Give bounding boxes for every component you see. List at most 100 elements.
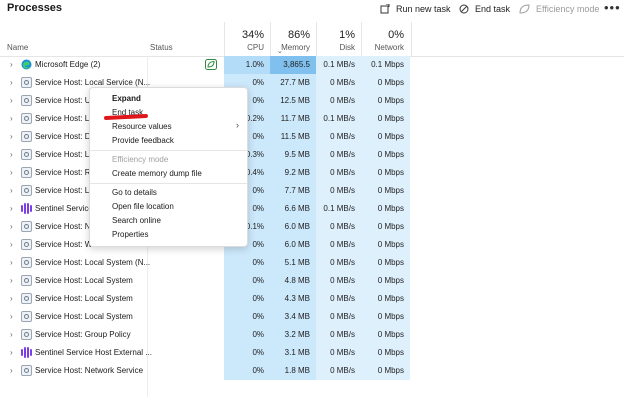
mem-cell: 27.7 MB — [270, 74, 316, 92]
chevron-right-icon[interactable]: › — [10, 222, 13, 231]
disk-total: 1% — [339, 29, 355, 41]
net-cell: 0 Mbps — [361, 128, 410, 146]
cpu-label: CPU — [247, 43, 264, 52]
net-cell: 0 Mbps — [361, 290, 410, 308]
service-host-icon — [21, 167, 32, 178]
efficiency-leaf-icon — [205, 59, 217, 72]
chevron-right-icon[interactable]: › — [10, 60, 13, 69]
chevron-right-icon[interactable]: › — [10, 366, 13, 375]
net-cell: 0 Mbps — [361, 110, 410, 128]
run-new-task-button[interactable]: Run new task — [380, 2, 451, 16]
cpu-cell: 0% — [224, 272, 270, 290]
chevron-right-icon[interactable]: › — [10, 114, 13, 123]
menu-separator — [90, 150, 247, 151]
chevron-right-icon[interactable]: › — [10, 132, 13, 141]
service-host-icon — [21, 275, 32, 286]
mem-cell: 6.0 MB — [270, 218, 316, 236]
mem-cell: 6.6 MB — [270, 200, 316, 218]
table-row[interactable]: › Service Host: Local System 0% 3.4 MB 0 MB/… — [0, 308, 624, 326]
menu-search-online[interactable]: Search online — [112, 216, 161, 225]
net-cell: 0 Mbps — [361, 236, 410, 254]
network-column-header[interactable]: 0% Network — [361, 22, 412, 56]
menu-expand[interactable]: Expand — [112, 94, 141, 103]
cpu-total: 34% — [241, 29, 264, 41]
status-column-header[interactable]: Status — [150, 43, 173, 52]
sentinel-icon — [21, 347, 32, 358]
table-row[interactable]: › Microsoft Edge (2) 1.0%3,865.5 MB0.1 MB/… — [0, 56, 624, 87]
column-header: Name Status 34% CPU 86% Memory ⌄ 1% Disk… — [0, 22, 624, 57]
disk-cell: 0 MB/s — [316, 308, 361, 326]
table-row[interactable]: › Service Host: Local System 0% 4.8 MB 0 MB/… — [0, 272, 624, 290]
disk-cell: 0 MB/s — [316, 326, 361, 344]
mem-cell: 12.5 MB — [270, 92, 316, 110]
process-name: Microsoft Edge (2) — [35, 60, 101, 69]
name-column-header[interactable]: Name — [7, 43, 28, 52]
menu-open-file-location[interactable]: Open file location — [112, 202, 174, 211]
chevron-right-icon[interactable]: › — [10, 78, 13, 87]
disk-cell: 0 MB/s — [316, 74, 361, 92]
efficiency-mode-button[interactable]: Efficiency mode — [519, 2, 599, 16]
disk-cell: 0 MB/s — [316, 92, 361, 110]
mem-cell: 4.8 MB — [270, 272, 316, 290]
disk-cell: 0 MB/s — [316, 290, 361, 308]
service-host-icon — [21, 221, 32, 232]
chevron-right-icon[interactable]: › — [10, 168, 13, 177]
disk-column-header[interactable]: 1% Disk — [316, 22, 362, 56]
process-name: Sentinel Service Host External ... — [35, 348, 152, 357]
disk-cell: 0 MB/s — [316, 236, 361, 254]
disk-cell: 0 MB/s — [316, 272, 361, 290]
disk-cell: 0 MB/s — [316, 344, 361, 362]
chevron-right-icon[interactable]: › — [10, 186, 13, 195]
chevron-right-icon[interactable]: › — [10, 96, 13, 105]
mem-cell: 9.2 MB — [270, 164, 316, 182]
service-host-icon — [21, 95, 32, 106]
service-host-icon — [21, 113, 32, 124]
process-name: Service Host: Group Policy — [35, 330, 131, 339]
menu-create-dump[interactable]: Create memory dump file — [112, 169, 202, 178]
process-name: Service Host: DC — [35, 132, 97, 141]
service-host-icon — [21, 365, 32, 376]
menu-properties[interactable]: Properties — [112, 230, 148, 239]
process-name: Service Host: Ne — [35, 222, 96, 231]
net-cell: 0 Mbps — [361, 218, 410, 236]
process-name: Service Host: Lo — [35, 186, 94, 195]
service-host-icon — [21, 239, 32, 250]
table-row[interactable]: › Service Host: Local System 0% 4.3 MB 0 MB/… — [0, 290, 624, 308]
service-host-icon — [21, 185, 32, 196]
memory-label: Memory — [281, 43, 310, 52]
table-row[interactable]: › Service Host: Group Policy 0% 3.2 MB 0 MB/… — [0, 326, 624, 344]
menu-provide-feedback[interactable]: Provide feedback — [112, 136, 174, 145]
more-options-button[interactable]: ••• — [604, 0, 621, 15]
network-label: Network — [374, 43, 404, 52]
chevron-right-icon[interactable]: › — [10, 204, 13, 213]
chevron-right-icon[interactable]: › — [10, 294, 13, 303]
cpu-cell: 0% — [224, 254, 270, 272]
chevron-right-icon[interactable]: › — [10, 276, 13, 285]
menu-resource-values[interactable]: Resource values — [112, 122, 172, 131]
net-cell: 0 Mbps — [361, 200, 410, 218]
end-task-label: End task — [475, 4, 511, 14]
chevron-right-icon[interactable]: › — [10, 150, 13, 159]
process-name: Sentinel Service — [35, 204, 93, 213]
chevron-right-icon[interactable]: › — [10, 330, 13, 339]
process-name: Service Host: Local System — [35, 276, 133, 285]
cpu-column-header[interactable]: 34% CPU — [224, 22, 271, 56]
chevron-right-icon[interactable]: › — [10, 348, 13, 357]
net-cell: 0 Mbps — [361, 326, 410, 344]
chevron-right-icon[interactable]: › — [10, 312, 13, 321]
mem-cell: 6.0 MB — [270, 236, 316, 254]
process-name: Service Host: Network Service — [35, 366, 144, 375]
mem-cell: 9.5 MB — [270, 146, 316, 164]
net-cell: 0 Mbps — [361, 344, 410, 362]
cpu-cell: 0% — [224, 344, 270, 362]
chevron-right-icon[interactable]: › — [10, 258, 13, 267]
table-row[interactable]: › Sentinel Service Host External ... 0% 3.1… — [0, 344, 624, 362]
cpu-cell: 0% — [224, 308, 270, 326]
end-task-button[interactable]: End task — [459, 2, 510, 16]
mem-cell: 3.4 MB — [270, 308, 316, 326]
table-row[interactable]: › Service Host: Local System (N... 0% 5.1 M… — [0, 254, 624, 272]
table-row[interactable]: › Service Host: Network Service 0% 1.8 MB 0 … — [0, 362, 624, 380]
service-host-icon — [21, 131, 32, 142]
menu-go-to-details[interactable]: Go to details — [112, 188, 157, 197]
chevron-right-icon[interactable]: › — [10, 240, 13, 249]
